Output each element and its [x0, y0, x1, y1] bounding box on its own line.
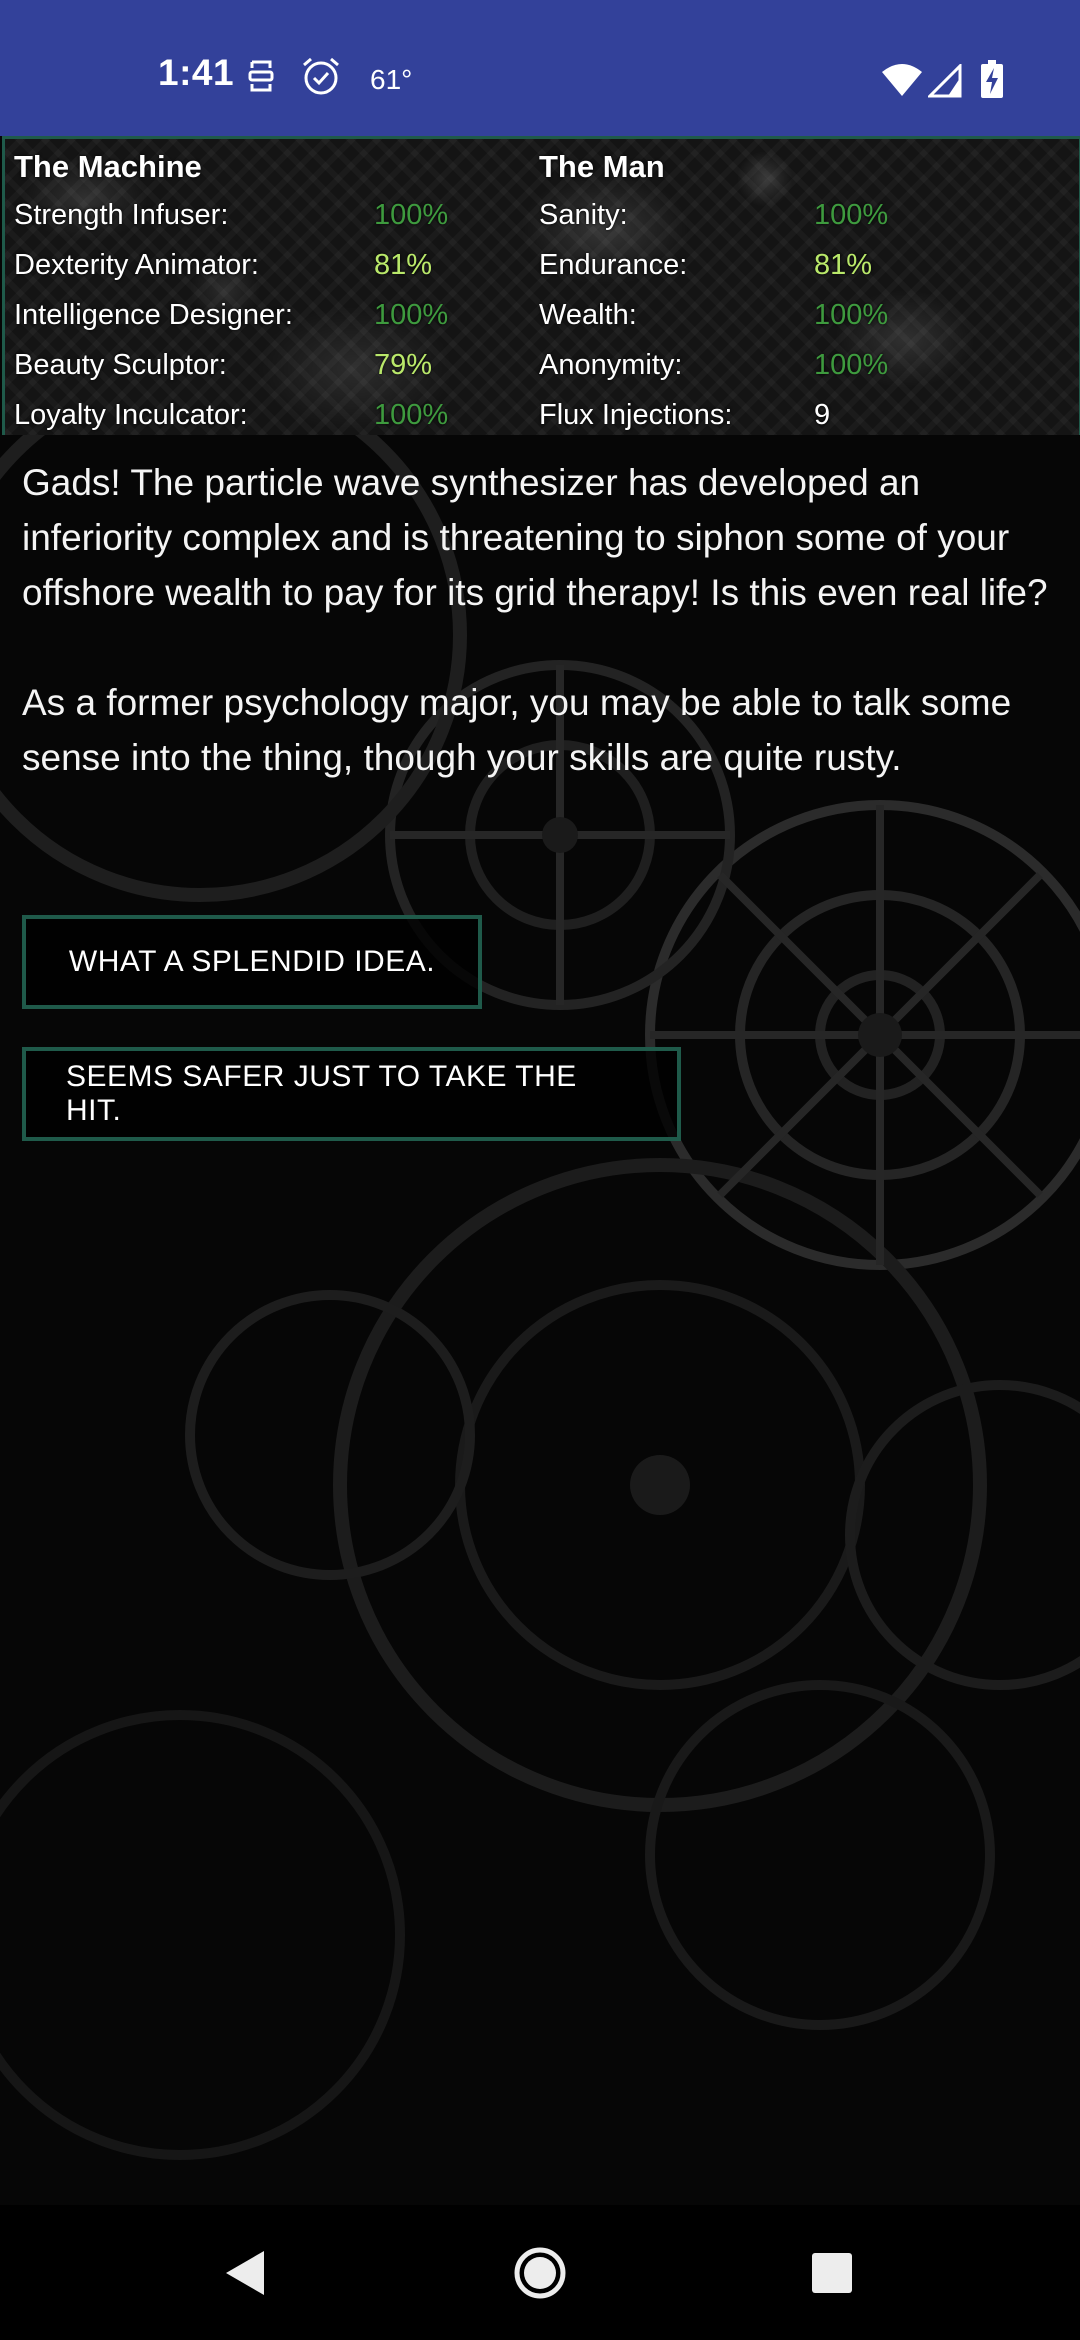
stat-value-intelligence: 100%	[374, 299, 449, 331]
stat-value-wealth: 100%	[814, 299, 889, 331]
stat-value-flux-injections: 9	[814, 399, 831, 431]
stat-value-loyalty: 100%	[374, 399, 449, 431]
back-icon	[226, 2250, 264, 2295]
nav-back-button[interactable]	[184, 2205, 304, 2340]
stat-value-sanity: 100%	[814, 199, 889, 231]
choice-button-splendid-idea[interactable]: WHAT A SPLENDID IDEA.	[22, 915, 482, 1009]
stat-label-loyalty: Loyalty Inculcator:	[14, 399, 248, 431]
stat-value-dexterity: 81%	[374, 249, 433, 281]
story-paragraph: Gads! The particle wave synthesizer has …	[22, 462, 1048, 613]
stat-value-anonymity: 100%	[814, 349, 889, 381]
alarm-icon	[300, 55, 342, 102]
story-text: Gads! The particle wave synthesizer has …	[22, 455, 1052, 840]
nav-recents-button[interactable]	[772, 2205, 892, 2340]
stat-value-endurance: 81%	[814, 249, 873, 281]
story-paragraph: As a former psychology major, you may be…	[22, 682, 1012, 778]
stat-label-sanity: Sanity:	[539, 199, 628, 231]
stat-label-wealth: Wealth:	[539, 299, 637, 331]
status-bar: 1:41 61°	[0, 0, 1080, 136]
stat-label-anonymity: Anonymity:	[539, 349, 683, 381]
status-time: 1:41	[158, 52, 235, 93]
stat-value-strength: 100%	[374, 199, 449, 231]
stat-label-endurance: Endurance:	[539, 249, 688, 281]
wifi-icon	[880, 62, 924, 103]
temperature-readout: 61°	[370, 64, 413, 95]
recents-icon	[812, 2252, 852, 2293]
stat-label-intelligence: Intelligence Designer:	[14, 299, 293, 331]
machine-heading: The Machine	[14, 149, 202, 184]
cell-signal-icon	[926, 62, 962, 103]
battery-charging-icon	[980, 60, 1004, 105]
stat-value-beauty: 79%	[374, 349, 433, 381]
stats-panel: The Machine Strength Infuser: 100% Dexte…	[2, 136, 1080, 438]
stat-label-flux-injections: Flux Injections:	[539, 399, 733, 431]
stat-label-strength: Strength Infuser:	[14, 199, 229, 231]
man-heading: The Man	[539, 149, 665, 184]
face-id-icon	[246, 58, 276, 99]
story-area: Gads! The particle wave synthesizer has …	[0, 435, 1080, 2205]
nav-home-button[interactable]	[480, 2205, 600, 2340]
home-icon	[514, 2247, 566, 2298]
choice-button-take-the-hit[interactable]: SEEMS SAFER JUST TO TAKE THE HIT.	[22, 1047, 681, 1141]
navigation-bar	[0, 2205, 1080, 2340]
stat-label-dexterity: Dexterity Animator:	[14, 249, 259, 281]
stat-label-beauty: Beauty Sculptor:	[14, 349, 227, 381]
